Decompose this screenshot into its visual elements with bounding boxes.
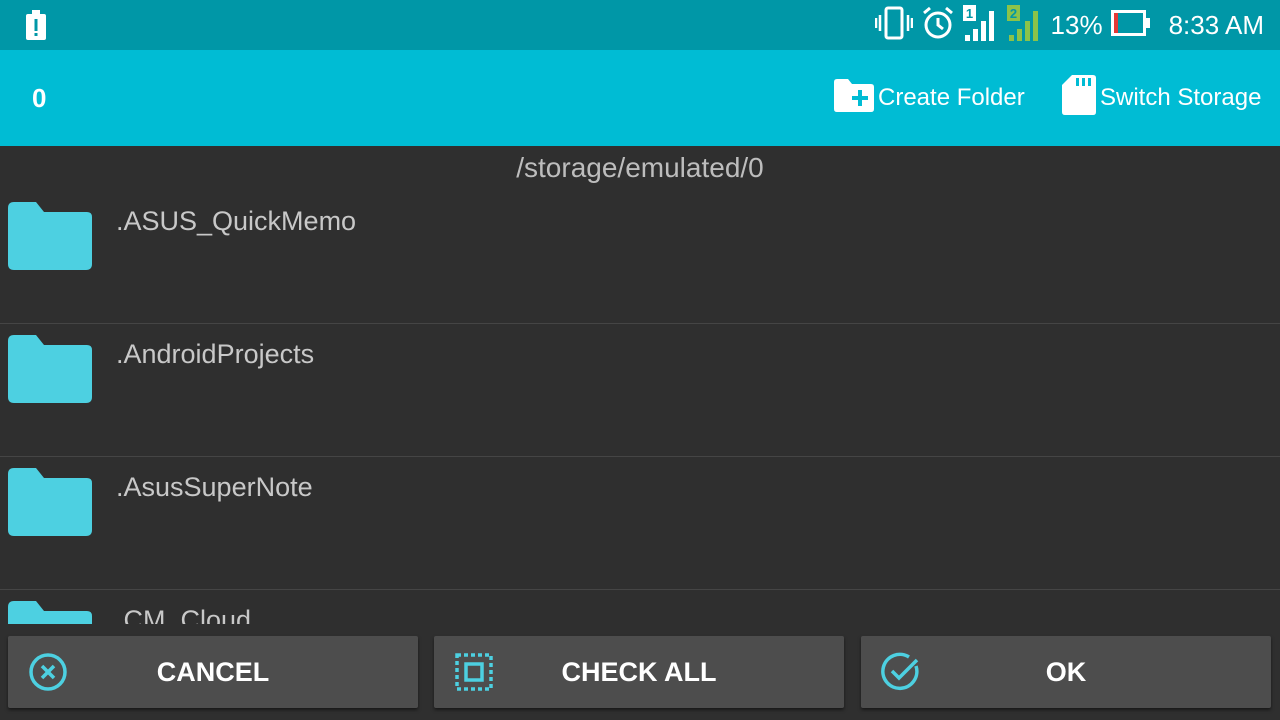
sim1-label: 1	[965, 6, 972, 21]
ok-label: OK	[1045, 657, 1087, 687]
folder-row[interactable]: .AsusSuperNote	[0, 456, 1280, 590]
folder-name: .AndroidProjects	[116, 339, 315, 369]
alarm-icon	[921, 6, 955, 45]
folder-list[interactable]: .ASUS_QuickMemo .AndroidProjects .AsusSu…	[0, 190, 1280, 624]
bottom-button-bar: CANCEL CHECK ALL OK	[0, 624, 1280, 720]
sd-card-icon	[1062, 74, 1100, 122]
switch-storage-label: Switch Storage	[1100, 84, 1262, 111]
ok-button[interactable]: OK	[861, 636, 1271, 708]
vibrate-icon	[874, 6, 913, 45]
folder-icon	[8, 202, 92, 275]
folder-icon	[8, 601, 92, 624]
alert-icon	[24, 10, 48, 47]
signal-sim2-icon: 2	[1006, 4, 1043, 46]
signal-sim1-icon: 1	[962, 4, 999, 46]
current-path: /storage/emulated/0	[516, 152, 764, 183]
status-bar: 1 2 13% 8:33 AM	[0, 0, 1280, 50]
check-all-button[interactable]: CHECK ALL	[434, 636, 844, 708]
create-folder-icon	[834, 78, 878, 119]
switch-storage-button[interactable]: Switch Storage	[1062, 50, 1261, 146]
cancel-label: CANCEL	[156, 657, 270, 687]
app-bar: 0 Create Folder Switch Storage	[0, 50, 1280, 146]
cancel-button[interactable]: CANCEL	[8, 636, 418, 708]
clock: 8:33 AM	[1168, 9, 1264, 40]
status-icons: 1 2 13% 8:33 AM	[867, 0, 1264, 50]
folder-name: .ASUS_QuickMemo	[116, 206, 357, 236]
folder-row[interactable]: .AndroidProjects	[0, 323, 1280, 457]
folder-row[interactable]: .ASUS_QuickMemo	[0, 190, 1280, 324]
create-folder-label: Create Folder	[878, 84, 1025, 111]
battery-percent: 13%	[1050, 9, 1103, 40]
folder-icon	[8, 468, 92, 541]
sim2-label: 2	[1009, 6, 1016, 21]
check-all-label: CHECK ALL	[561, 657, 717, 687]
folder-icon	[8, 335, 92, 408]
selected-count: 0	[32, 83, 47, 113]
folder-row[interactable]: .CM_Cloud	[0, 589, 1280, 624]
folder-name: .CM_Cloud	[116, 605, 252, 624]
battery-low-icon	[1110, 9, 1151, 41]
folder-name: .AsusSuperNote	[116, 472, 313, 502]
create-folder-button[interactable]: Create Folder	[834, 50, 1025, 146]
